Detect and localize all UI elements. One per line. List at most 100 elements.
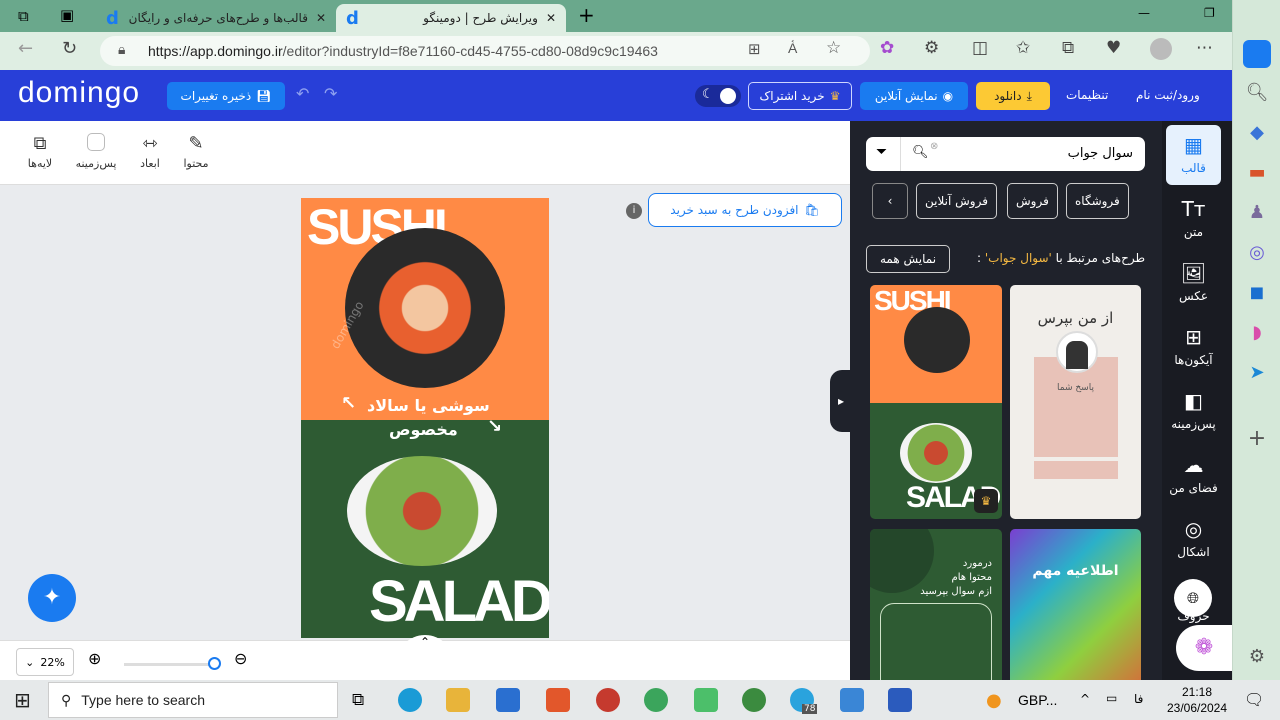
- undo-icon[interactable]: ↶: [296, 84, 309, 103]
- battery-icon[interactable]: ▭: [1106, 691, 1117, 705]
- copilot-icon[interactable]: [1243, 40, 1271, 68]
- app-p-icon[interactable]: [596, 688, 620, 712]
- extensions-icon[interactable]: ⚙: [924, 38, 939, 58]
- tab-actions-icon[interactable]: ▣: [60, 6, 74, 24]
- read-aloud-icon[interactable]: A᷾: [788, 40, 797, 57]
- template-thumb-ask-me[interactable]: از من بپرس پاسخ شما: [1010, 285, 1141, 519]
- ai-brain-button[interactable]: ❁: [1176, 625, 1232, 671]
- taskbar-search[interactable]: ⚲ Type here to search: [48, 682, 338, 718]
- currency-ticker[interactable]: GBP...: [1018, 692, 1057, 708]
- word-icon[interactable]: [888, 688, 912, 712]
- template-thumb-announcement[interactable]: اطلاعیه مهم: [1010, 529, 1141, 689]
- sidebar-settings-icon[interactable]: ⚙: [1245, 646, 1269, 667]
- chip-sales[interactable]: فروش: [1007, 183, 1058, 219]
- chip-online-sales[interactable]: فروش آنلاین: [916, 183, 997, 219]
- info-icon[interactable]: i: [626, 203, 642, 219]
- collapse-panel-button[interactable]: ▸: [830, 370, 852, 432]
- file-explorer-icon[interactable]: [446, 688, 470, 712]
- telegram-icon[interactable]: ➤: [1245, 362, 1269, 383]
- tray-chevron-icon[interactable]: ^: [1080, 692, 1090, 706]
- designer-icon[interactable]: ◗: [1245, 322, 1269, 343]
- chip-store[interactable]: فروشگاه: [1066, 183, 1129, 219]
- tools-icon[interactable]: ▬: [1245, 162, 1269, 183]
- settings-link[interactable]: تنظیمات: [1066, 88, 1108, 102]
- more-menu-icon[interactable]: ⋯: [1196, 38, 1213, 58]
- copilot-extension-icon[interactable]: ✿: [880, 38, 894, 58]
- zoom-select[interactable]: ⌄ 22%: [16, 648, 74, 676]
- close-tab-icon[interactable]: ✕: [316, 11, 326, 25]
- filter-icon[interactable]: ⏷: [876, 144, 887, 160]
- rail-photo[interactable]: 🖼︎ عکس: [1166, 253, 1221, 313]
- rail-my-space[interactable]: ☁ فضای من: [1166, 445, 1221, 505]
- online-preview-button[interactable]: ◉ نمایش آنلاین: [860, 82, 968, 110]
- reload-icon[interactable]: ↻: [62, 38, 77, 59]
- clock[interactable]: 21:18 23/06/2024: [1160, 684, 1234, 716]
- login-link[interactable]: ورود/ثبت نام: [1136, 88, 1200, 102]
- store-icon[interactable]: [496, 688, 520, 712]
- pages-toggle-button[interactable]: ⌃: [396, 635, 454, 665]
- save-button[interactable]: 💾︎ ذخیره تغییرات: [167, 82, 285, 110]
- restore-icon[interactable]: ❐: [1204, 6, 1215, 20]
- back-icon[interactable]: ←: [18, 38, 33, 59]
- search-icon[interactable]: 🔍︎: [1245, 82, 1269, 103]
- profile-avatar[interactable]: [1150, 38, 1172, 60]
- photos-icon[interactable]: [840, 688, 864, 712]
- template-thumb-sushi-salad[interactable]: SUSHI SALAD ♛: [870, 285, 1002, 519]
- zoom-slider[interactable]: [124, 663, 214, 666]
- app-c-icon[interactable]: [546, 688, 570, 712]
- zoom-slider-handle[interactable]: [208, 657, 221, 670]
- dark-mode-toggle[interactable]: ☾: [695, 85, 741, 107]
- favorites-icon[interactable]: ✩: [1016, 38, 1030, 58]
- language-indicator[interactable]: فا: [1134, 692, 1143, 706]
- tab-editor[interactable]: ✕ ویرایش طرح | دومینگو d: [336, 4, 566, 32]
- zoom-out-icon[interactable]: ⊖: [234, 649, 247, 668]
- tool-dimensions[interactable]: ⇿ ابعاد: [132, 133, 168, 170]
- windows-start-icon[interactable]: ⊞: [14, 688, 31, 712]
- template-thumb-questions[interactable]: درمورد محتوا هام ازم سوال بپرسید: [870, 529, 1002, 689]
- chrome-icon[interactable]: [644, 688, 668, 712]
- add-to-cart-button[interactable]: 🛍︎ افزودن طرح به سبد خرید: [648, 193, 842, 227]
- edge-app-icon[interactable]: [398, 688, 422, 712]
- design-canvas[interactable]: SUSHI ↖ ↘ سوشی یا سالاد مخصوص domingo SA…: [301, 198, 549, 638]
- task-view-icon[interactable]: ⧉: [352, 690, 364, 710]
- close-tab-icon[interactable]: ✕: [546, 11, 556, 25]
- chips-next-button[interactable]: ›: [872, 183, 908, 219]
- rail-icons[interactable]: ⊞ آیکون‌ها: [1166, 317, 1221, 377]
- rail-shapes[interactable]: ◎ اشکال: [1166, 509, 1221, 569]
- globe-app-icon[interactable]: [742, 688, 766, 712]
- subscribe-button[interactable]: ♛ خرید اشتراک: [748, 82, 852, 110]
- rail-templates[interactable]: ▦ قالب: [1166, 125, 1221, 185]
- tool-layers[interactable]: ⧉ لایه‌ها: [22, 133, 58, 170]
- translate-button[interactable]: 🌐︎: [1174, 579, 1212, 617]
- rail-background[interactable]: ◧ پس‌زمینه: [1166, 381, 1221, 441]
- shopping-tag-icon[interactable]: ◆: [1245, 122, 1269, 143]
- zoom-in-icon[interactable]: ⊕: [88, 649, 101, 668]
- notifications-icon[interactable]: 🗨︎: [1244, 690, 1264, 709]
- show-all-button[interactable]: نمایش همه: [866, 245, 950, 273]
- split-screen-icon[interactable]: ◫: [972, 38, 988, 58]
- clear-search-icon[interactable]: ⊗: [930, 141, 938, 152]
- domingo-logo[interactable]: domingo: [18, 76, 140, 110]
- new-tab-icon[interactable]: +: [578, 3, 595, 27]
- outlook-icon[interactable]: ◼: [1245, 282, 1269, 303]
- rail-text[interactable]: Tт متن: [1166, 189, 1221, 249]
- zoom-value: 22%: [40, 655, 65, 669]
- favorite-star-icon[interactable]: ☆: [826, 38, 841, 58]
- tab-templates[interactable]: ✕ قالب‌ها و طرح‌های حرفه‌ای و رایگان d: [96, 4, 336, 32]
- app-green-icon[interactable]: [694, 688, 718, 712]
- tool-content[interactable]: ✎ محتوا: [178, 133, 214, 170]
- magic-wand-button[interactable]: ✦: [28, 574, 76, 622]
- collections-icon[interactable]: ⧉: [1062, 38, 1074, 58]
- tool-background[interactable]: پس‌زمینه: [72, 133, 120, 170]
- games-icon[interactable]: ♟: [1245, 202, 1269, 223]
- apps-icon[interactable]: ⊞: [748, 40, 761, 58]
- search-icon[interactable]: 🔍︎: [912, 145, 929, 160]
- add-sidebar-icon[interactable]: +: [1245, 426, 1269, 451]
- performance-icon[interactable]: ♥: [1106, 38, 1121, 58]
- workspaces-icon[interactable]: ⧉: [18, 7, 29, 25]
- m365-icon[interactable]: ◎: [1245, 242, 1269, 263]
- download-button[interactable]: ⤓ دانلود: [976, 82, 1050, 110]
- search-input[interactable]: سوال جواب: [1068, 146, 1133, 161]
- minimize-icon[interactable]: —: [1138, 6, 1150, 20]
- redo-icon[interactable]: ↷: [324, 84, 337, 103]
